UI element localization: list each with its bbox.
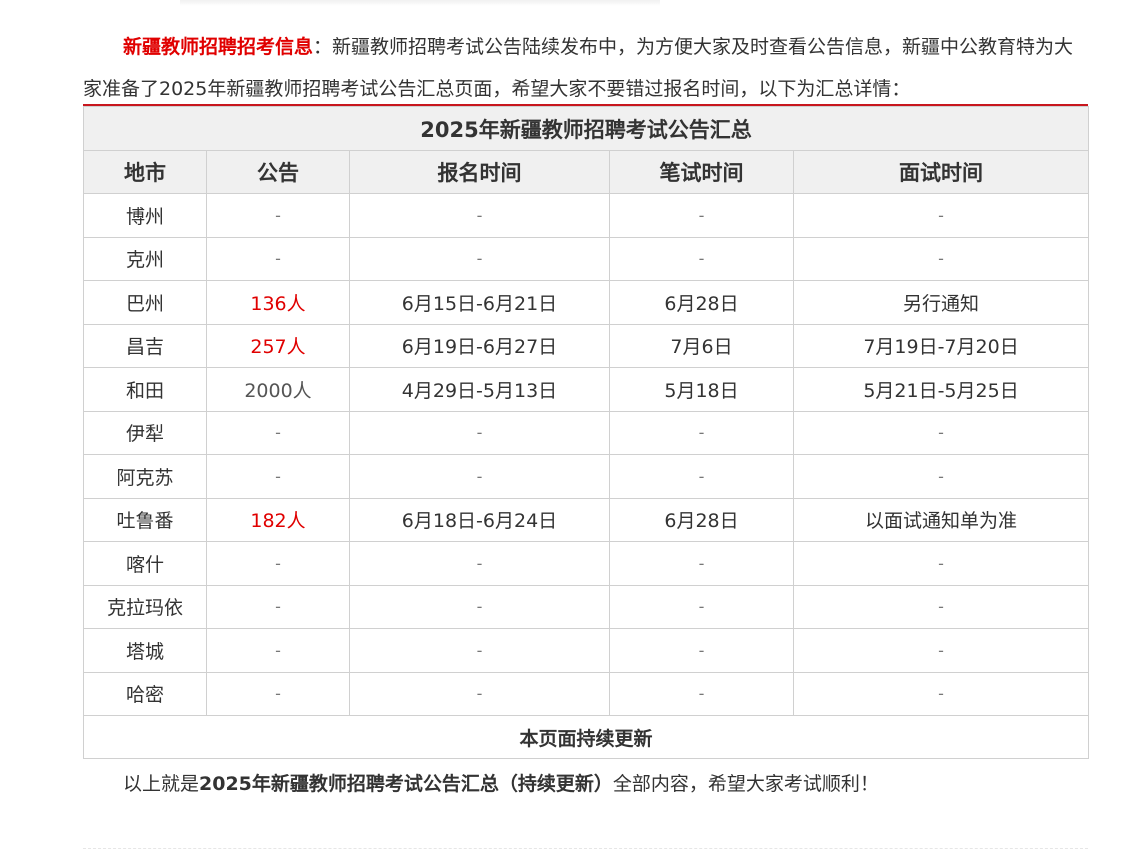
header-signup-time: 报名时间 xyxy=(349,150,610,194)
table-row: 哈密 - - - - xyxy=(83,671,1090,716)
cell-signup-time: - xyxy=(349,193,610,238)
cell-interview-time: - xyxy=(792,454,1090,499)
cell-interview-time: - xyxy=(792,584,1090,629)
cell-notice: - xyxy=(206,541,350,586)
cell-written-time: - xyxy=(609,236,794,281)
table-row: 克州 - - - - xyxy=(83,236,1090,281)
outro-pre: 以上就是 xyxy=(123,773,200,795)
cell-signup-time: 4月29日-5月13日 xyxy=(349,367,610,412)
cell-signup-time: - xyxy=(349,236,610,281)
cell-written-time: - xyxy=(609,628,794,673)
summary-table: 2025年新疆教师招聘考试公告汇总 地市 公告 报名时间 笔试时间 面试时间 博… xyxy=(82,106,1090,759)
cell-interview-time: - xyxy=(792,236,1090,281)
cell-notice: 257人 xyxy=(206,323,350,368)
cell-interview-time: 7月19日-7月20日 xyxy=(792,323,1090,368)
table-row: 塔城 - - - - xyxy=(83,628,1090,673)
summary-table-wrap: 2025年新疆教师招聘考试公告汇总 地市 公告 报名时间 笔试时间 面试时间 博… xyxy=(82,104,1090,759)
cell-city: 哈密 xyxy=(83,671,207,716)
header-notice: 公告 xyxy=(206,150,350,194)
table-row: 克拉玛依 - - - - xyxy=(83,584,1090,629)
cell-signup-time: - xyxy=(349,628,610,673)
cell-interview-time: - xyxy=(792,193,1090,238)
cell-signup-time: 6月19日-6月27日 xyxy=(349,323,610,368)
cell-notice: - xyxy=(206,193,350,238)
cell-written-time: 6月28日 xyxy=(609,280,794,325)
outro-bold: 2025年新疆教师招聘考试公告汇总（持续更新） xyxy=(199,773,613,795)
cell-written-time: 5月18日 xyxy=(609,367,794,412)
header-city: 地市 xyxy=(83,150,207,194)
cell-signup-time: - xyxy=(349,454,610,499)
cell-written-time: 6月28日 xyxy=(609,497,794,542)
intro-paragraph: 新疆教师招聘招考信息：新疆教师招聘考试公告陆续发布中，为方便大家及时查看公告信息… xyxy=(83,26,1088,110)
header-interview-time: 面试时间 xyxy=(792,150,1090,194)
table-title: 2025年新疆教师招聘考试公告汇总 xyxy=(82,106,1090,151)
table-title-row: 2025年新疆教师招聘考试公告汇总 xyxy=(82,106,1090,151)
table-header-row: 地市 公告 报名时间 笔试时间 面试时间 xyxy=(83,150,1090,194)
table-footer-row: 本页面持续更新 xyxy=(82,715,1090,759)
cell-city: 阿克苏 xyxy=(83,454,207,499)
table-row: 喀什 - - - - xyxy=(83,541,1090,586)
cell-signup-time: - xyxy=(349,584,610,629)
top-shadow xyxy=(180,0,660,6)
cell-interview-time: - xyxy=(792,628,1090,673)
cell-city: 塔城 xyxy=(83,628,207,673)
cell-written-time: - xyxy=(609,541,794,586)
cell-interview-time: - xyxy=(792,410,1090,455)
cell-notice: - xyxy=(206,671,350,716)
cell-city: 和田 xyxy=(83,367,207,412)
header-written-time: 笔试时间 xyxy=(609,150,794,194)
cell-written-time: - xyxy=(609,584,794,629)
cell-city: 伊犁 xyxy=(83,410,207,455)
cell-written-time: - xyxy=(609,454,794,499)
cell-signup-time: - xyxy=(349,671,610,716)
cell-notice: - xyxy=(206,236,350,281)
intro-separator: ： xyxy=(313,36,333,58)
table-row: 吐鲁番 182人 6月18日-6月24日 6月28日 以面试通知单为准 xyxy=(83,497,1090,542)
cell-city: 喀什 xyxy=(83,541,207,586)
cell-city: 博州 xyxy=(83,193,207,238)
table-row: 和田 2000人 4月29日-5月13日 5月18日 5月21日-5月25日 xyxy=(83,367,1090,412)
cell-notice: - xyxy=(206,628,350,673)
cell-notice: - xyxy=(206,410,350,455)
cell-notice: 136人 xyxy=(206,280,350,325)
cell-city: 巴州 xyxy=(83,280,207,325)
table-row: 伊犁 - - - - xyxy=(83,410,1090,455)
table-row: 博州 - - - - xyxy=(83,193,1090,238)
cell-signup-time: - xyxy=(349,541,610,586)
cell-written-time: 7月6日 xyxy=(609,323,794,368)
cell-notice: - xyxy=(206,454,350,499)
cell-interview-time: - xyxy=(792,541,1090,586)
bottom-divider xyxy=(83,848,1088,849)
cell-written-time: - xyxy=(609,671,794,716)
cell-interview-time: 5月21日-5月25日 xyxy=(792,367,1090,412)
table-body: 博州 - - - - 克州 - - - - 巴州 136人 6月15日-6月21日 6月28日 另行通知 昌吉… xyxy=(83,193,1090,716)
intro-lead-link[interactable]: 新疆教师招聘招考信息 xyxy=(123,36,313,58)
cell-interview-time: 另行通知 xyxy=(792,280,1090,325)
cell-interview-time: - xyxy=(792,671,1090,716)
cell-city: 克拉玛依 xyxy=(83,584,207,629)
cell-signup-time: 6月18日-6月24日 xyxy=(349,497,610,542)
cell-signup-time: 6月15日-6月21日 xyxy=(349,280,610,325)
table-row: 昌吉 257人 6月19日-6月27日 7月6日 7月19日-7月20日 xyxy=(83,323,1090,368)
cell-notice: - xyxy=(206,584,350,629)
cell-written-time: - xyxy=(609,193,794,238)
cell-city: 克州 xyxy=(83,236,207,281)
cell-interview-time: 以面试通知单为准 xyxy=(792,497,1090,542)
cell-written-time: - xyxy=(609,410,794,455)
table-row: 巴州 136人 6月15日-6月21日 6月28日 另行通知 xyxy=(83,280,1090,325)
cell-notice: 182人 xyxy=(206,497,350,542)
outro-post: 全部内容，希望大家考试顺利！ xyxy=(612,773,879,795)
table-row: 阿克苏 - - - - xyxy=(83,454,1090,499)
outro-paragraph: 以上就是2025年新疆教师招聘考试公告汇总（持续更新）全部内容，希望大家考试顺利… xyxy=(83,764,1088,804)
cell-signup-time: - xyxy=(349,410,610,455)
cell-city: 昌吉 xyxy=(83,323,207,368)
table-footer-note: 本页面持续更新 xyxy=(82,715,1090,759)
cell-notice: 2000人 xyxy=(206,367,350,412)
cell-city: 吐鲁番 xyxy=(83,497,207,542)
